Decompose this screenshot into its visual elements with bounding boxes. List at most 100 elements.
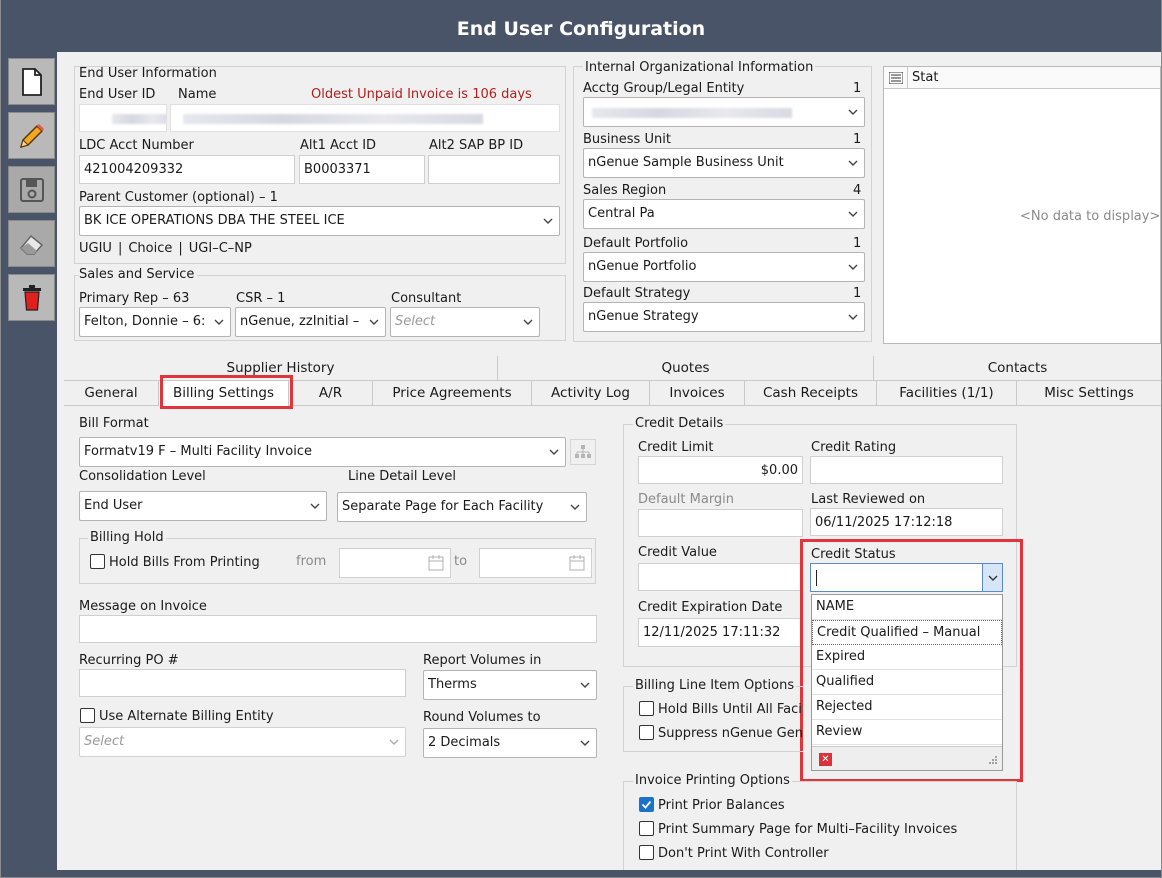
- end-user-id-field[interactable]: [79, 104, 167, 132]
- alt1-acct-label: Alt1 Acct ID: [300, 138, 377, 153]
- hold-bills-checkbox[interactable]: [90, 554, 105, 569]
- tab-general[interactable]: General: [64, 381, 159, 406]
- suppress-ngenue-checkbox[interactable]: [639, 725, 654, 740]
- report-volumes-select[interactable]: Therms: [423, 670, 597, 700]
- customer-tags: UGIU | Choice | UGI–C–NP: [79, 241, 252, 256]
- edit-button[interactable]: [8, 112, 55, 159]
- print-summary-page-checkbox[interactable]: [639, 821, 654, 836]
- tab-cash-receipts[interactable]: Cash Receipts: [745, 381, 877, 406]
- chevron-down-icon: [310, 503, 320, 509]
- calendar-icon: [569, 555, 585, 571]
- print-prior-balances-label: Print Prior Balances: [658, 798, 785, 813]
- chevron-down-icon: [848, 211, 858, 217]
- tab-activity-log[interactable]: Activity Log: [532, 381, 650, 406]
- csr-select[interactable]: nGenue, zzInitial –: [235, 307, 386, 337]
- tab-invoices[interactable]: Invoices: [650, 381, 745, 406]
- credit-value-field[interactable]: [638, 563, 803, 591]
- recurring-po-field[interactable]: [79, 669, 406, 697]
- report-volumes-label: Report Volumes in: [423, 653, 542, 668]
- bill-format-select[interactable]: Formatv19 F – Multi Facility Invoice: [79, 437, 566, 467]
- hierarchy-icon: [575, 445, 591, 458]
- column-chooser-button[interactable]: [884, 66, 908, 89]
- alt-billing-entity-checkbox[interactable]: [80, 708, 95, 723]
- parent-customer-select[interactable]: BK ICE OPERATIONS DBA THE STEEL ICE: [79, 206, 560, 236]
- chevron-down-icon: [848, 264, 858, 270]
- save-button[interactable]: [8, 166, 55, 213]
- default-portfolio-label: Default Portfolio: [583, 236, 689, 251]
- chevron-down-icon: [570, 504, 580, 510]
- dont-print-controller-checkbox[interactable]: [639, 845, 654, 860]
- round-volumes-select[interactable]: 2 Decimals: [423, 728, 597, 758]
- sales-region-count: 4: [853, 183, 862, 198]
- tab-price-agreements[interactable]: Price Agreements: [373, 381, 532, 406]
- default-portfolio-select[interactable]: nGenue Portfolio: [583, 252, 865, 282]
- print-prior-balances-checkbox[interactable]: [639, 797, 654, 812]
- default-strategy-select[interactable]: nGenue Strategy: [583, 302, 865, 332]
- sales-region-label: Sales Region: [583, 183, 667, 198]
- alt-billing-entity-label: Use Alternate Billing Entity: [99, 709, 274, 724]
- tab-misc-settings[interactable]: Misc Settings: [1017, 381, 1161, 406]
- consultant-select[interactable]: Select: [390, 307, 540, 337]
- chevron-down-icon: [848, 160, 858, 166]
- ldc-acct-label: LDC Acct Number: [79, 138, 194, 153]
- list-icon: [888, 71, 903, 84]
- acctg-group-select[interactable]: [583, 97, 865, 127]
- tab-contacts[interactable]: Contacts: [874, 356, 1161, 381]
- calendar-icon: [428, 555, 444, 571]
- credit-status-highlight: [800, 539, 1023, 782]
- new-document-button[interactable]: [8, 58, 55, 105]
- alt-billing-entity-select[interactable]: Select: [79, 727, 406, 757]
- acctg-group-count: 1: [853, 81, 862, 96]
- parent-customer-label: Parent Customer (optional) – 1: [79, 190, 278, 205]
- sales-service-title: Sales and Service: [79, 267, 198, 282]
- round-volumes-label: Round Volumes to: [423, 710, 541, 725]
- business-unit-count: 1: [853, 132, 862, 147]
- tab-quotes[interactable]: Quotes: [498, 356, 874, 381]
- hold-until-all-facilities-checkbox[interactable]: [639, 701, 654, 716]
- default-strategy-label: Default Strategy: [583, 286, 691, 301]
- to-label: to: [454, 554, 468, 569]
- org-info-title: Internal Organizational Information: [583, 60, 816, 75]
- oldest-invoice-warning: Oldest Unpaid Invoice is 106 days: [311, 87, 532, 102]
- tab-ar[interactable]: A/R: [289, 381, 373, 406]
- primary-rep-select[interactable]: Felton, Donnie – 6:: [79, 307, 231, 337]
- ldc-acct-field[interactable]: 421004209332: [79, 155, 295, 184]
- chevron-down-icon: [389, 739, 399, 745]
- clear-button[interactable]: [8, 220, 55, 267]
- hold-to-date[interactable]: [479, 548, 592, 578]
- status-grid[interactable]: Stat <No data to display>: [883, 66, 1161, 344]
- checkmark-icon: [641, 800, 652, 809]
- credit-details-title: Credit Details: [633, 416, 726, 431]
- acctg-group-label: Acctg Group/Legal Entity: [583, 81, 745, 96]
- eraser-icon: [19, 234, 43, 255]
- end-user-name-field[interactable]: [170, 104, 560, 132]
- default-margin-field[interactable]: [638, 509, 803, 537]
- business-unit-select[interactable]: nGenue Sample Business Unit: [583, 148, 865, 178]
- hold-from-date[interactable]: [339, 548, 451, 578]
- credit-expiration-field[interactable]: 12/11/2025 17:11:32: [638, 618, 803, 647]
- last-reviewed-field[interactable]: 06/11/2025 17:12:18: [810, 508, 1003, 536]
- alt1-acct-field[interactable]: B0003371: [299, 155, 425, 184]
- alt2-field[interactable]: [428, 155, 560, 184]
- end-user-id-label: End User ID: [79, 87, 156, 102]
- chevron-down-icon: [543, 218, 553, 224]
- line-detail-select[interactable]: Separate Page for Each Facility: [337, 492, 587, 522]
- billing-settings-highlight: [160, 375, 293, 409]
- message-on-invoice-field[interactable]: [79, 615, 597, 643]
- bill-format-hierarchy-button[interactable]: [570, 439, 596, 465]
- default-strategy-count: 1: [853, 286, 862, 301]
- delete-button[interactable]: [8, 274, 55, 321]
- recurring-po-label: Recurring PO #: [79, 653, 179, 668]
- tab-facilities[interactable]: Facilities (1/1): [877, 381, 1017, 406]
- credit-expiration-label: Credit Expiration Date: [638, 600, 783, 615]
- invoice-printing-title: Invoice Printing Options: [633, 773, 792, 788]
- hold-until-all-facilities-label: Hold Bills Until All Facili: [658, 702, 802, 717]
- consolidation-select[interactable]: End User: [79, 491, 327, 521]
- chevron-down-icon: [214, 319, 224, 325]
- tag-ugi-c-np: UGI–C–NP: [188, 241, 252, 256]
- credit-limit-field[interactable]: $0.00: [638, 456, 803, 484]
- sales-region-select[interactable]: Central Pa: [583, 199, 865, 229]
- side-toolbar: [4, 56, 56, 872]
- credit-rating-field[interactable]: [810, 456, 1003, 484]
- last-reviewed-label: Last Reviewed on: [811, 492, 926, 507]
